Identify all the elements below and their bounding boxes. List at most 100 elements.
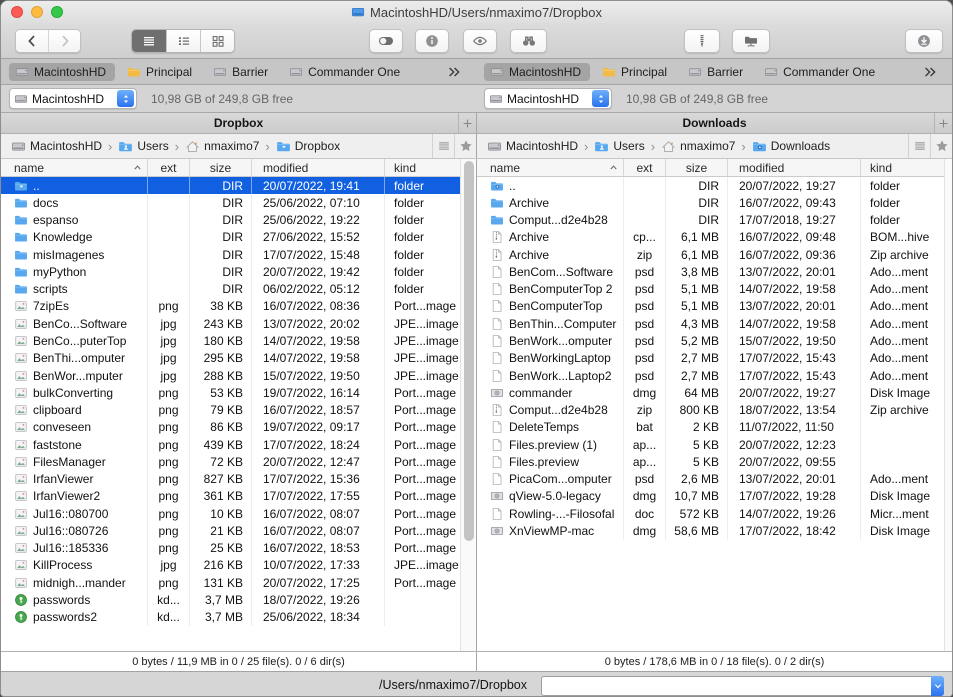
forward-button[interactable] (48, 30, 80, 52)
column-header-kind[interactable]: kind (384, 159, 460, 176)
detail-view-button[interactable] (166, 30, 200, 52)
tab-barrier[interactable]: Barrier (682, 63, 752, 81)
table-row[interactable]: BenWorkingLaptoppsd2,7 MB17/07/2022, 15:… (477, 350, 944, 367)
table-row[interactable]: clipboardpng79 KB16/07/2022, 18:57Port..… (1, 401, 460, 418)
grid-view-button[interactable] (200, 30, 234, 52)
list-view-button[interactable] (132, 30, 166, 52)
tab-overflow-button[interactable] (446, 64, 462, 80)
tab-barrier[interactable]: Barrier (207, 63, 277, 81)
table-row[interactable]: IrfanViewerpng827 KB17/07/2022, 15:36Por… (1, 471, 460, 488)
table-row[interactable]: BenThin...Computerpsd4,3 MB14/07/2022, 1… (477, 315, 944, 332)
table-row[interactable]: Comput...d2e4b28zip800 KB18/07/2022, 13:… (477, 401, 944, 418)
info-button[interactable] (415, 29, 449, 53)
downloads-button[interactable] (905, 29, 943, 53)
table-row[interactable]: 7zipEspng38 KB16/07/2022, 08:36Port...ma… (1, 298, 460, 315)
column-header-ext[interactable]: ext (147, 159, 189, 176)
table-row[interactable]: BenThi...omputerjpg295 KB14/07/2022, 19:… (1, 350, 460, 367)
column-header-name[interactable]: name (1, 159, 147, 176)
table-row[interactable]: KnowledgeDIR27/06/2022, 15:52folder (1, 229, 460, 246)
table-row[interactable]: Jul16::080700png10 KB16/07/2022, 08:07Po… (1, 505, 460, 522)
column-header-kind[interactable]: kind (860, 159, 944, 176)
zoom-button[interactable] (51, 6, 63, 18)
table-row[interactable]: espansoDIR25/06/2022, 19:22folder (1, 212, 460, 229)
table-row[interactable]: PicaCom...omputerpsd2,6 MB13/07/2022, 20… (477, 471, 944, 488)
drive-dropdown-left[interactable]: MacintoshHD (9, 88, 137, 109)
favorites-button[interactable] (454, 134, 476, 158)
scrollbar-thumb[interactable] (464, 161, 474, 541)
table-row[interactable]: BenWork...Laptop2psd2,7 MB17/07/2022, 15… (477, 367, 944, 384)
table-row[interactable]: DeleteTempsbat2 KB11/07/2022, 11:50 (477, 419, 944, 436)
table-row[interactable]: Comput...d2e4b28DIR17/07/2018, 19:27fold… (477, 212, 944, 229)
command-input[interactable] (541, 676, 931, 696)
table-row[interactable]: XnViewMP-macdmg58,6 MB17/07/2022, 18:42D… (477, 522, 944, 539)
breadcrumb-item-downloads[interactable]: Downloads (752, 139, 830, 154)
table-row[interactable]: scriptsDIR06/02/2022, 05:12folder (1, 281, 460, 298)
scrollbar-right[interactable] (944, 159, 952, 651)
table-row[interactable]: BenCo...Softwarejpg243 KB13/07/2022, 20:… (1, 315, 460, 332)
add-tab-button[interactable] (458, 113, 476, 133)
breadcrumb-item-users[interactable]: Users (594, 139, 644, 154)
tab-commander-one[interactable]: Commander One (758, 63, 884, 81)
path-menu-button[interactable] (908, 134, 930, 158)
tab-commander-one[interactable]: Commander One (283, 63, 409, 81)
column-header-name[interactable]: name (477, 159, 623, 176)
table-row[interactable]: BenWork...omputerpsd5,2 MB15/07/2022, 19… (477, 332, 944, 349)
close-button[interactable] (11, 6, 23, 18)
column-header-modified[interactable]: modified (727, 159, 860, 176)
tab-macintoshhd[interactable]: MacintoshHD (9, 63, 115, 81)
table-row[interactable]: Files.previewap...5 KB20/07/2022, 09:55 (477, 453, 944, 470)
table-row[interactable]: Jul16::080726png21 KB16/07/2022, 08:07Po… (1, 522, 460, 539)
table-row[interactable]: Archivezip6,1 MB16/07/2022, 09:36Zip arc… (477, 246, 944, 263)
table-row[interactable]: commanderdmg64 MB20/07/2022, 19:27Disk I… (477, 384, 944, 401)
search-button[interactable] (510, 29, 547, 53)
table-row[interactable]: ..DIR20/07/2022, 19:27folder (477, 177, 944, 194)
table-row[interactable]: passwordskd...3,7 MB18/07/2022, 19:26 (1, 591, 460, 608)
table-row[interactable]: IrfanViewer2png361 KB17/07/2022, 17:55Po… (1, 488, 460, 505)
breadcrumb-item-nmaximo7[interactable]: nmaximo7 (661, 139, 735, 154)
column-header-ext[interactable]: ext (623, 159, 665, 176)
back-button[interactable] (16, 30, 48, 52)
table-row[interactable]: BenCo...puterTopjpg180 KB14/07/2022, 19:… (1, 332, 460, 349)
table-row[interactable]: ArchiveDIR16/07/2022, 09:43folder (477, 194, 944, 211)
drive-dropdown-right[interactable]: MacintoshHD (484, 88, 612, 109)
table-row[interactable]: Jul16::185336png25 KB16/07/2022, 18:53Po… (1, 540, 460, 557)
preview-button[interactable] (463, 29, 497, 53)
table-row[interactable]: ..DIR20/07/2022, 19:41folder (1, 177, 460, 194)
table-row[interactable]: myPythonDIR20/07/2022, 19:42folder (1, 263, 460, 280)
minimize-button[interactable] (31, 6, 43, 18)
table-row[interactable]: midnigh...manderpng131 KB20/07/2022, 17:… (1, 574, 460, 591)
table-row[interactable]: Rowling-...-Filosofaldoc572 KB14/07/2022… (477, 505, 944, 522)
hidden-files-toggle-button[interactable] (369, 29, 403, 53)
add-tab-button[interactable] (934, 113, 952, 133)
table-row[interactable]: faststonepng439 KB17/07/2022, 18:24Port.… (1, 436, 460, 453)
breadcrumb-item-dropbox[interactable]: Dropbox (276, 139, 340, 154)
table-row[interactable]: BenCom...Softwarepsd3,8 MB13/07/2022, 20… (477, 263, 944, 280)
table-row[interactable]: KillProcessjpg216 KB10/07/2022, 17:33JPE… (1, 557, 460, 574)
column-header-modified[interactable]: modified (251, 159, 384, 176)
breadcrumb-item-macintoshhd[interactable]: MacintoshHD (11, 139, 102, 154)
table-row[interactable]: docsDIR25/06/2022, 07:10folder (1, 194, 460, 211)
table-row[interactable]: Archivecp...6,1 MB16/07/2022, 09:48BOM..… (477, 229, 944, 246)
tab-macintoshhd[interactable]: MacintoshHD (484, 63, 590, 81)
table-row[interactable]: FilesManagerpng72 KB20/07/2022, 12:47Por… (1, 453, 460, 470)
table-row[interactable]: BenComputerTop 2psd5,1 MB14/07/2022, 19:… (477, 281, 944, 298)
breadcrumb-item-nmaximo7[interactable]: nmaximo7 (185, 139, 259, 154)
table-row[interactable]: bulkConvertingpng53 KB19/07/2022, 16:14P… (1, 384, 460, 401)
column-header-size[interactable]: size (189, 159, 251, 176)
breadcrumb-item-macintoshhd[interactable]: MacintoshHD (487, 139, 578, 154)
table-row[interactable]: BenWor...mputerjpg288 KB15/07/2022, 19:5… (1, 367, 460, 384)
breadcrumb-item-users[interactable]: Users (118, 139, 168, 154)
scrollbar-left[interactable] (460, 159, 476, 651)
network-button[interactable] (732, 29, 770, 53)
table-row[interactable]: conveseenpng86 KB19/07/2022, 09:17Port..… (1, 419, 460, 436)
tab-principal[interactable]: Principal (596, 63, 676, 81)
table-row[interactable]: Files.preview (1)ap...5 KB20/07/2022, 12… (477, 436, 944, 453)
archive-button[interactable] (684, 29, 720, 53)
path-menu-button[interactable] (432, 134, 454, 158)
table-row[interactable]: passwords2kd...3,7 MB25/06/2022, 18:34 (1, 609, 460, 626)
tab-principal[interactable]: Principal (121, 63, 201, 81)
command-history-dropdown[interactable] (931, 676, 944, 696)
favorites-button[interactable] (930, 134, 952, 158)
table-row[interactable]: BenComputerToppsd5,1 MB13/07/2022, 20:01… (477, 298, 944, 315)
table-row[interactable]: qView-5.0-legacydmg10,7 MB17/07/2022, 19… (477, 488, 944, 505)
